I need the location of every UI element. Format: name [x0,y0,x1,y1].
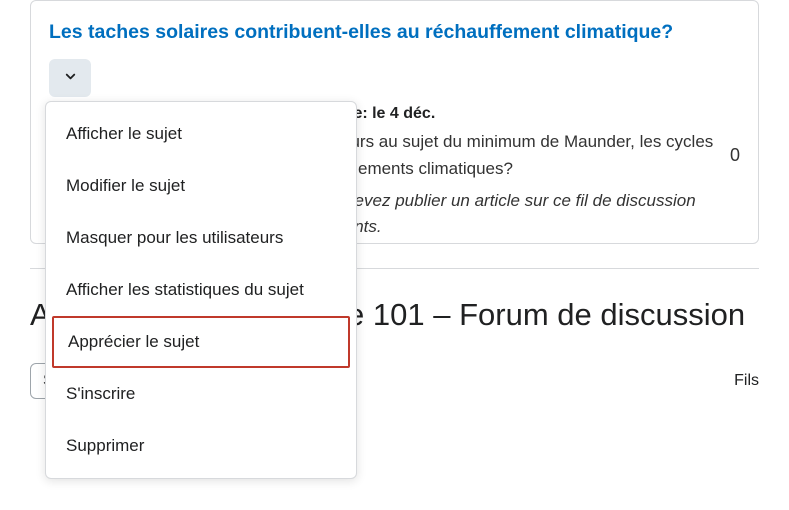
chevron-down-icon [63,69,78,87]
menu-item-stats[interactable]: Afficher les statistiques du sujet [46,264,356,316]
menu-item-edit-topic[interactable]: Modifier le sujet [46,160,356,212]
threads-label: Fils [734,372,759,390]
menu-item-subscribe[interactable]: S'inscrire [46,368,356,420]
topic-actions-menu: Afficher le sujet Modifier le sujet Masq… [45,101,357,479]
reply-count: 0 [730,145,740,166]
menu-item-delete[interactable]: Supprimer [46,420,356,472]
menu-item-hide-users[interactable]: Masquer pour les utilisateurs [46,212,356,264]
topic-title-link[interactable]: Les taches solaires contribuent-elles au… [49,19,740,45]
menu-item-view-topic[interactable]: Afficher le sujet [46,108,356,160]
menu-item-rate-topic[interactable]: Apprécier le sujet [52,316,350,368]
topic-actions-button[interactable] [49,59,91,97]
